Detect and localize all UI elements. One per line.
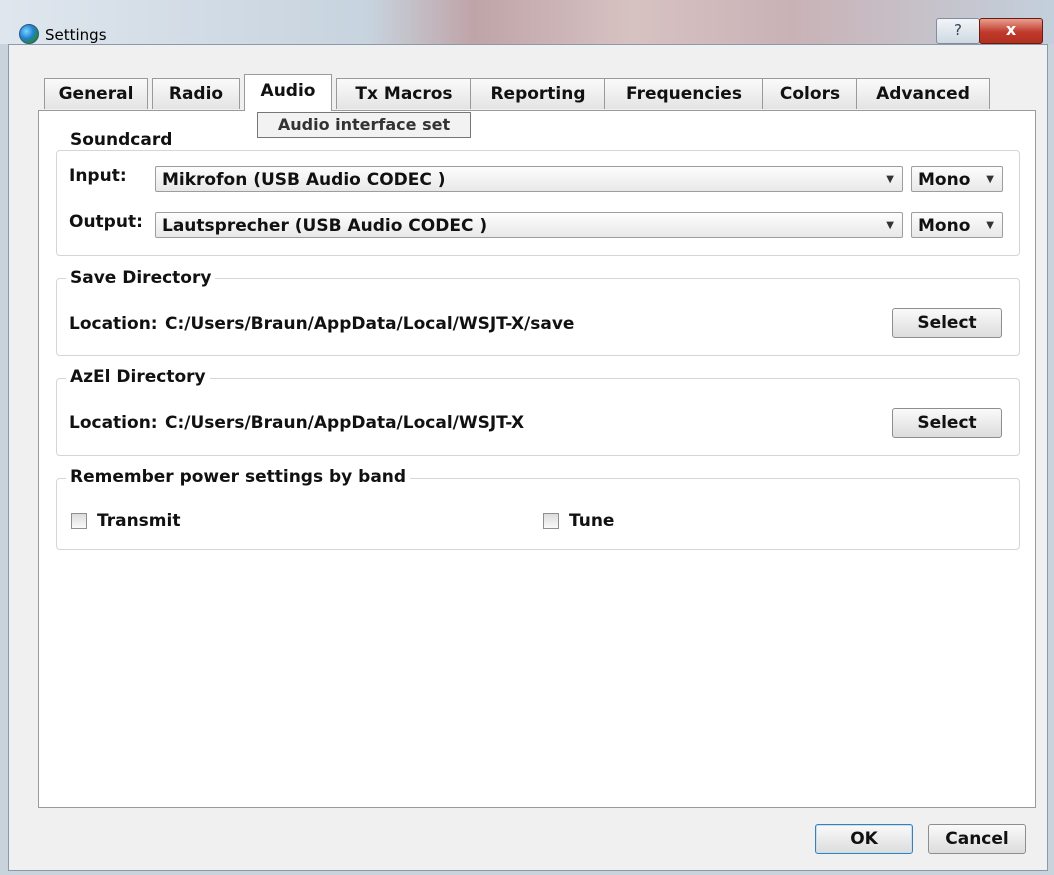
input-channel-value: Mono (918, 170, 971, 190)
azel-directory-select-button[interactable]: Select (892, 408, 1002, 438)
azel-location-label: Location: (69, 413, 158, 433)
chevron-down-icon: ▼ (986, 220, 994, 231)
soundcard-group-title: Soundcard (66, 130, 177, 150)
chevron-down-icon: ▼ (886, 220, 894, 231)
output-device-select[interactable]: Lautsprecher (USB Audio CODEC ) ▼ (155, 212, 903, 238)
input-device-value: Mikrofon (USB Audio CODEC ) (162, 170, 446, 190)
tab-tooltip: Audio interface set (257, 112, 471, 138)
save-directory-select-button[interactable]: Select (892, 308, 1002, 338)
close-button[interactable]: x (979, 18, 1043, 44)
help-button[interactable]: ? (936, 18, 980, 44)
tab-colors[interactable]: Colors (762, 78, 858, 109)
window-title: Settings (45, 26, 107, 44)
cancel-button[interactable]: Cancel (928, 824, 1026, 854)
save-location-path: C:/Users/Braun/AppData/Local/WSJT-X/save (165, 314, 575, 334)
tab-advanced[interactable]: Advanced (856, 78, 990, 109)
tab-general[interactable]: General (44, 78, 148, 109)
tune-label: Tune (569, 511, 615, 531)
output-channel-value: Mono (918, 216, 971, 236)
save-directory-title: Save Directory (66, 268, 216, 288)
output-device-value: Lautsprecher (USB Audio CODEC ) (162, 216, 488, 236)
output-channel-select[interactable]: Mono ▼ (911, 212, 1003, 238)
power-settings-group (56, 478, 1020, 550)
tune-checkbox[interactable] (543, 513, 559, 529)
input-label: Input: (69, 166, 127, 186)
transmit-label: Transmit (97, 511, 181, 531)
save-location-label: Location: (69, 314, 158, 334)
azel-directory-title: AzEl Directory (66, 367, 210, 387)
output-label: Output: (69, 212, 143, 232)
app-icon (19, 24, 39, 44)
tab-audio[interactable]: Audio (244, 74, 332, 111)
chevron-down-icon: ▼ (886, 174, 894, 185)
power-settings-title: Remember power settings by band (66, 467, 411, 487)
azel-location-path: C:/Users/Braun/AppData/Local/WSJT-X (165, 413, 525, 433)
input-device-select[interactable]: Mikrofon (USB Audio CODEC ) ▼ (155, 166, 903, 192)
tab-radio[interactable]: Radio (152, 78, 240, 109)
ok-button[interactable]: OK (815, 824, 913, 854)
tab-frequencies[interactable]: Frequencies (604, 78, 764, 109)
input-channel-select[interactable]: Mono ▼ (911, 166, 1003, 192)
tab-reporting[interactable]: Reporting (470, 78, 606, 109)
chevron-down-icon: ▼ (986, 174, 994, 185)
title-bar[interactable]: Settings ? x (0, 0, 1054, 44)
tab-tx-macros[interactable]: Tx Macros (336, 78, 472, 109)
transmit-checkbox[interactable] (71, 513, 87, 529)
settings-window: Settings ? x General Radio Audio Tx Macr… (0, 0, 1054, 875)
